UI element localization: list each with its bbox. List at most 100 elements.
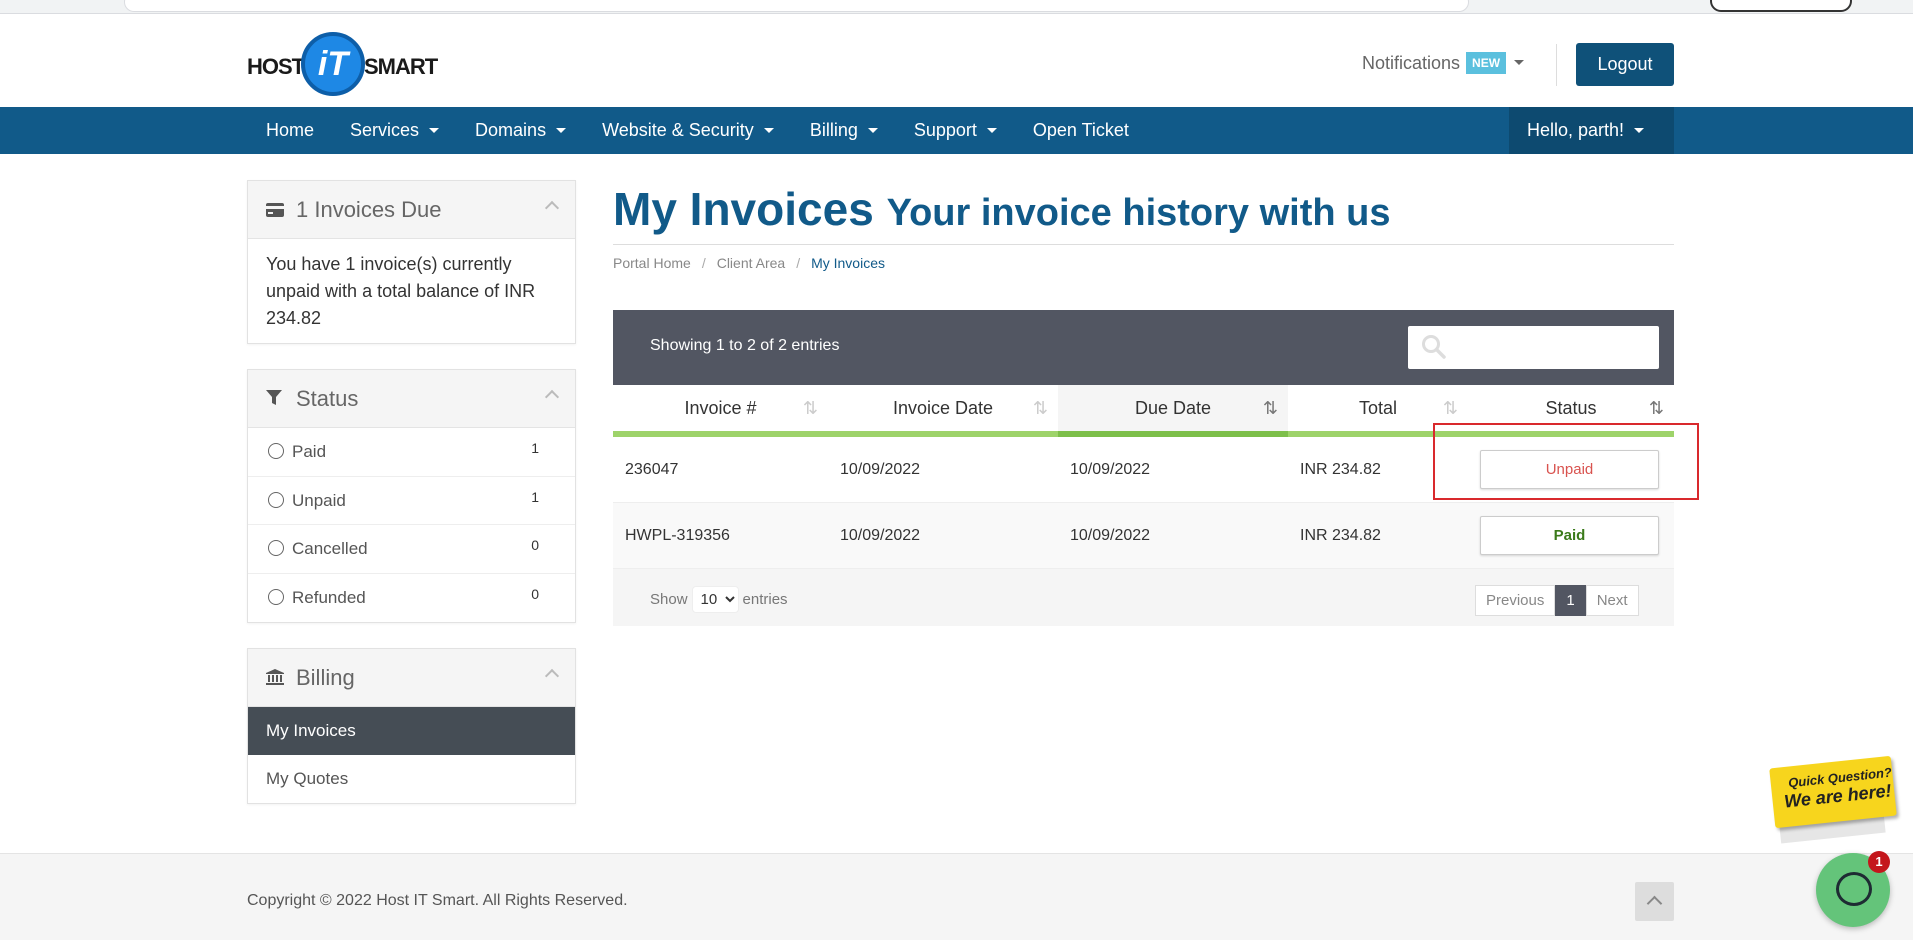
status-filter-refunded[interactable]: Refunded 0: [248, 574, 575, 623]
highlight-box: [1433, 423, 1699, 500]
caret-down-icon: [763, 128, 774, 133]
nav-item-website-security[interactable]: Website & Security: [584, 107, 792, 154]
sort-ascending-icon: ⇅: [1262, 398, 1278, 418]
table-row[interactable]: HWPL-319356 10/09/2022 10/09/2022 INR 23…: [613, 503, 1674, 569]
status-filter-cancelled[interactable]: Cancelled 0: [248, 525, 575, 574]
breadcrumb-portal-home[interactable]: Portal Home: [613, 255, 691, 271]
quick-question-widget[interactable]: Quick Question? We are here!: [1769, 755, 1897, 844]
unread-count-badge: 1: [1868, 851, 1890, 873]
cell-due-date: 10/09/2022: [1070, 461, 1151, 478]
status-filter-paid[interactable]: Paid 1: [248, 428, 575, 477]
status-filter-unpaid[interactable]: Unpaid 1: [248, 477, 575, 525]
filter-icon: [266, 371, 288, 429]
pagination-next[interactable]: Next: [1585, 585, 1639, 616]
caret-down-icon: [556, 128, 567, 133]
breadcrumb: Portal Home / Client Area / My Invoices: [613, 255, 885, 271]
logo-text-left: HOST: [247, 54, 305, 79]
pagination: Previous 1 Next: [1475, 585, 1639, 616]
status-badge-paid: Paid: [1480, 516, 1659, 555]
sort-icon: ⇅: [802, 398, 818, 418]
site-header: HOST iT SMART Notifications NEW Logout: [0, 14, 1913, 107]
panel-header[interactable]: Status: [248, 370, 575, 428]
nav-item-billing[interactable]: Billing: [792, 107, 896, 154]
nav-label: Support: [913, 120, 977, 140]
column-header-due-date[interactable]: Due Date ⇅: [1058, 385, 1288, 437]
sort-icon: ⇅: [1032, 398, 1048, 418]
invoices-due-text: You have 1 invoice(s) currently unpaid w…: [266, 254, 536, 328]
pagination-page[interactable]: 1: [1555, 585, 1586, 616]
status-count: 1: [531, 440, 539, 456]
radio-icon[interactable]: [268, 443, 284, 459]
page-title: My Invoices Your invoice history with us: [613, 182, 1391, 236]
status-count: 0: [531, 585, 539, 602]
notifications-dropdown[interactable]: Notifications NEW: [1362, 52, 1525, 74]
breadcrumb-client-area[interactable]: Client Area: [717, 255, 785, 271]
logo-circle: iT: [301, 32, 365, 96]
status-count: 1: [531, 488, 539, 505]
copyright-text: Copyright © 2022 Host IT Smart. All Righ…: [247, 892, 628, 909]
column-label: Total: [1358, 398, 1398, 418]
chevron-up-icon[interactable]: [544, 200, 560, 216]
nav-label: Services: [350, 120, 420, 140]
logo-text-middle: iT: [317, 45, 349, 83]
user-menu[interactable]: Hello, parth!: [1509, 107, 1674, 154]
status-label: Unpaid: [292, 490, 346, 510]
radio-icon[interactable]: [268, 540, 284, 556]
nav-item-open-ticket[interactable]: Open Ticket: [1015, 107, 1147, 154]
status-label: Refunded: [292, 587, 366, 607]
billing-my-quotes-link[interactable]: My Quotes: [248, 755, 575, 803]
title-divider: [613, 244, 1674, 245]
column-header-invoice[interactable]: Invoice # ⇅: [613, 385, 828, 437]
page-title-text: My Invoices: [613, 183, 874, 235]
chat-launcher-button[interactable]: 1: [1816, 851, 1890, 927]
nav-item-support[interactable]: Support: [896, 107, 1015, 154]
search-icon: [1422, 335, 1446, 359]
new-badge: NEW: [1466, 52, 1507, 74]
site-footer: Copyright © 2022 Host IT Smart. All Righ…: [0, 853, 1913, 940]
logo-text-right: SMART: [364, 54, 438, 79]
page-length-select[interactable]: 10: [691, 586, 739, 613]
table-info: Showing 1 to 2 of 2 entries: [650, 337, 840, 354]
chat-bubble-icon: [1836, 872, 1872, 906]
radio-icon[interactable]: [268, 588, 284, 605]
column-header-invoice-date[interactable]: Invoice Date ⇅: [828, 385, 1058, 437]
breadcrumb-current: My Invoices: [811, 255, 885, 271]
entries-label: entries: [742, 591, 788, 608]
cell-total: INR 234.82: [1300, 527, 1381, 544]
back-to-top-button[interactable]: [1635, 882, 1674, 921]
address-bar[interactable]: [124, 0, 1469, 12]
nav-menu: Home Services Domains Website & Security…: [248, 107, 1147, 154]
notifications-label: Notifications: [1362, 53, 1461, 73]
nav-item-home[interactable]: Home: [248, 107, 332, 154]
column-label: Due Date: [1134, 398, 1212, 418]
logout-button[interactable]: Logout: [1576, 43, 1674, 86]
browser-profile-button[interactable]: [1710, 0, 1852, 12]
page-length-control: Show 10 entries: [650, 586, 788, 613]
header-divider: [1556, 44, 1557, 86]
host-it-smart-logo[interactable]: HOST iT SMART: [247, 32, 438, 96]
chevron-up-icon[interactable]: [544, 668, 560, 684]
nav-label: Billing: [809, 120, 858, 140]
status-filter-panel: Status Paid 1 Unpaid 1 Cancelled 0 Refunded…: [247, 369, 576, 623]
status-label: Cancelled: [292, 539, 368, 558]
cell-invoice-number: HWPL-319356: [625, 527, 730, 544]
panel-header[interactable]: Billing: [248, 649, 575, 707]
pagination-previous[interactable]: Previous: [1475, 585, 1556, 616]
column-label: Invoice #: [684, 398, 757, 418]
panel-header[interactable]: 1 Invoices Due: [248, 181, 575, 239]
browser-toolbar: [0, 0, 1913, 14]
column-label: Invoice Date: [892, 398, 994, 418]
chevron-up-icon[interactable]: [544, 389, 560, 405]
radio-icon[interactable]: [268, 491, 284, 508]
billing-my-invoices-link[interactable]: My Invoices: [248, 707, 575, 755]
nav-item-services[interactable]: Services: [332, 107, 457, 154]
panel-title: Status: [296, 386, 359, 411]
panel-title: Billing: [296, 665, 355, 690]
status-label: Paid: [292, 442, 327, 461]
table-toolbar: Showing 1 to 2 of 2 entries: [613, 310, 1674, 385]
nav-item-domains[interactable]: Domains: [457, 107, 584, 154]
table-footer: Show 10 entries Previous 1 Next: [613, 569, 1674, 626]
nav-label: Website & Security: [602, 120, 754, 140]
nav-label: Home: [266, 120, 315, 140]
invoices-due-panel: 1 Invoices Due You have 1 invoice(s) cur…: [247, 180, 576, 344]
